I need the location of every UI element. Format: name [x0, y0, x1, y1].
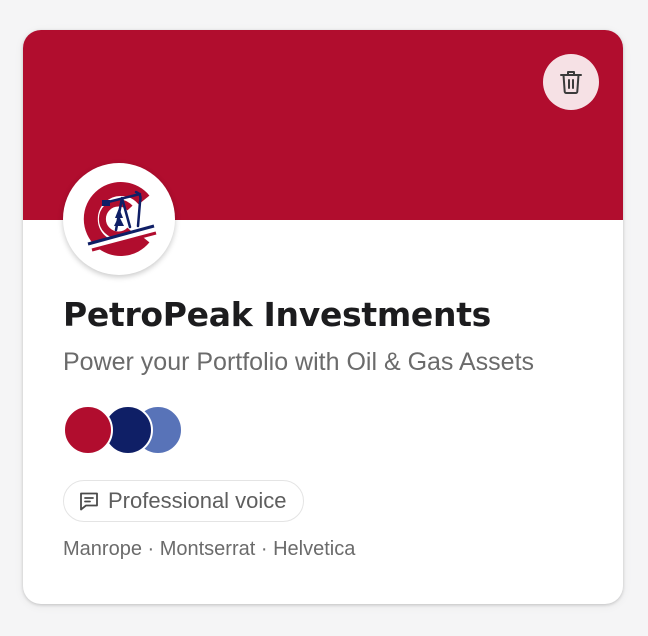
color-swatch-primary — [63, 405, 113, 455]
delete-button[interactable] — [543, 54, 599, 110]
message-icon — [80, 492, 98, 511]
brand-tagline: Power your Portfolio with Oil & Gas Asse… — [63, 348, 535, 376]
brand-logo — [63, 163, 175, 275]
color-palette — [63, 405, 203, 455]
voice-badge: Professional voice — [63, 480, 304, 522]
trash-icon — [560, 71, 582, 94]
voice-label: Professional voice — [108, 488, 287, 513]
oil-pump-logo-icon — [83, 182, 157, 256]
brand-name: PetroPeak Investments — [63, 295, 492, 334]
brand-card[interactable]: PetroPeak Investments Power your Portfol… — [23, 30, 623, 604]
font-list: Manrope · Montserrat · Helvetica — [63, 538, 356, 560]
